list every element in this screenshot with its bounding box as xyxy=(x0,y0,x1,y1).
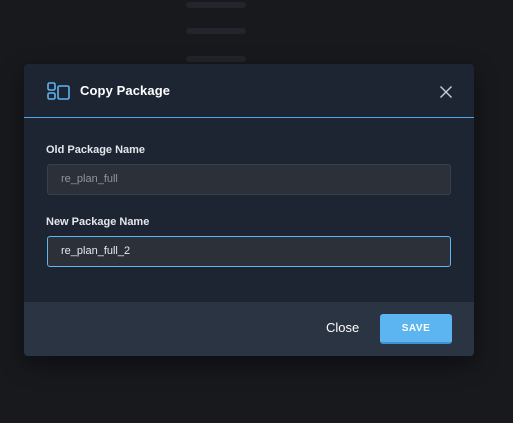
close-icon[interactable] xyxy=(438,84,454,100)
old-package-name-label: Old Package Name xyxy=(46,144,146,156)
dialog-title: Copy Package xyxy=(80,83,171,98)
background-content xyxy=(186,2,246,8)
dialog-footer: Close SAVE xyxy=(24,302,474,356)
save-button[interactable]: SAVE xyxy=(380,314,452,344)
copy-package-dialog: Copy Package Old Package Name re_plan_fu… xyxy=(24,64,474,356)
old-package-name-field: re_plan_full xyxy=(47,164,451,195)
background-content xyxy=(186,56,246,62)
close-button[interactable]: Close xyxy=(326,320,359,335)
dialog-header: Copy Package xyxy=(24,64,474,118)
package-copy-icon xyxy=(47,82,70,100)
background-content xyxy=(186,28,246,34)
new-package-name-label: New Package Name xyxy=(46,216,150,228)
new-package-name-input[interactable]: re_plan_full_2 xyxy=(47,236,451,267)
